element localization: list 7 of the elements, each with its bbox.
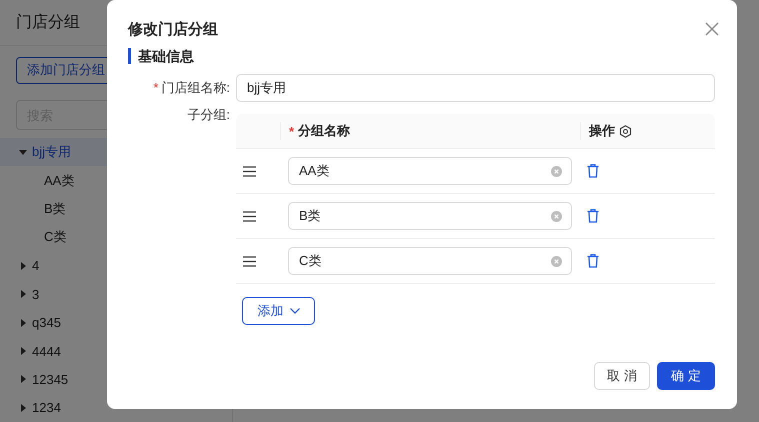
section-heading: 基础信息 xyxy=(128,48,194,64)
dialog-title: 修改门店分组 xyxy=(128,20,218,38)
required-mark: * xyxy=(289,124,294,138)
field-label: 子分组: xyxy=(186,106,230,124)
panel-title: 门店分组 xyxy=(16,12,80,33)
column-heading: 操作 xyxy=(589,122,615,140)
column-heading: 分组名称 xyxy=(298,122,350,140)
